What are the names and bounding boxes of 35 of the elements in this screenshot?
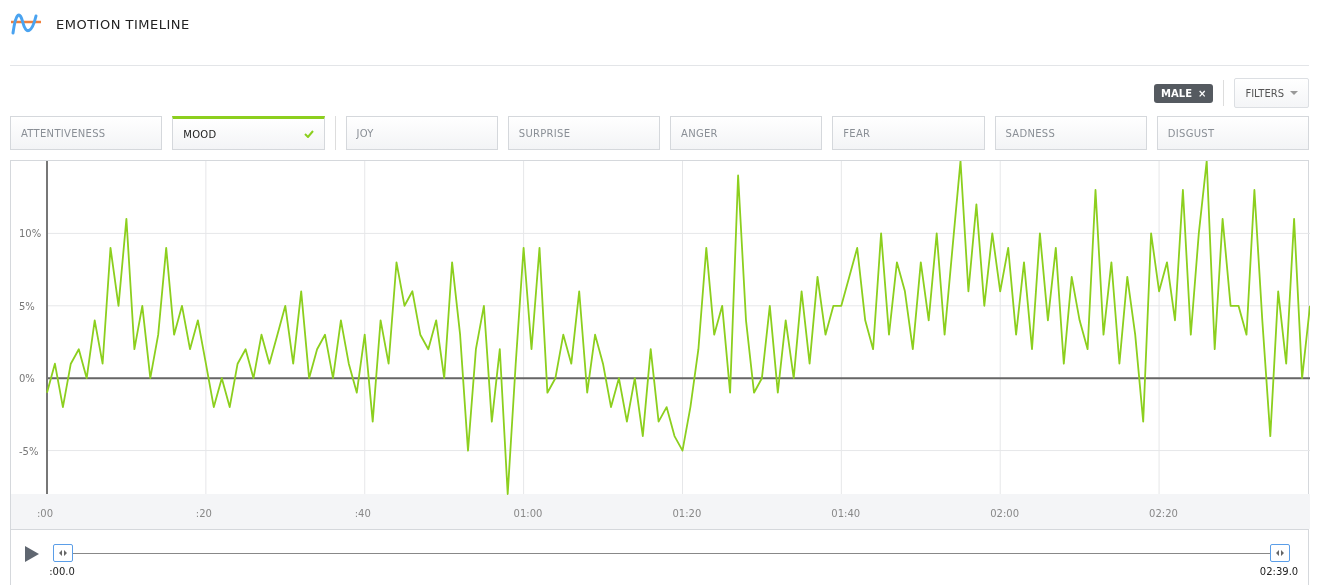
emotion-tab[interactable]: FEAR bbox=[832, 116, 985, 150]
arrows-icon bbox=[59, 550, 67, 556]
x-axis-label: 01:40 bbox=[831, 508, 861, 519]
y-axis-label: 0% bbox=[19, 373, 35, 385]
play-button[interactable] bbox=[25, 546, 39, 562]
arrows-icon bbox=[1276, 550, 1284, 556]
emotion-tab[interactable]: MOOD bbox=[172, 116, 325, 150]
range-handle[interactable] bbox=[53, 544, 73, 562]
x-axis-label: :40 bbox=[354, 508, 371, 519]
range-handle[interactable] bbox=[1270, 544, 1290, 562]
caret-icon bbox=[1290, 91, 1298, 95]
time-label: :00.0 bbox=[49, 566, 75, 577]
emotion-tab[interactable]: ATTENTIVENESS bbox=[10, 116, 163, 150]
emotion-tab[interactable]: ANGER bbox=[670, 116, 823, 150]
x-axis-label: :00 bbox=[37, 508, 54, 519]
emotion-tab[interactable]: DISGUST bbox=[1156, 116, 1309, 150]
play-icon bbox=[25, 546, 39, 562]
emotion-tab[interactable]: JOY bbox=[345, 116, 498, 150]
filters-button[interactable]: FILTERS bbox=[1234, 78, 1309, 108]
wave-logo-icon bbox=[10, 13, 42, 35]
time-label: 02:39.0 bbox=[1259, 566, 1299, 577]
remove-icon[interactable]: × bbox=[1198, 87, 1207, 99]
y-axis-label: 10% bbox=[19, 228, 42, 240]
x-axis-label: :20 bbox=[195, 508, 212, 519]
x-axis-label: 01:00 bbox=[513, 508, 543, 519]
emotion-tab[interactable]: SURPRISE bbox=[507, 116, 660, 150]
x-axis-label: 02:00 bbox=[990, 508, 1020, 519]
emotion-tab[interactable]: SADNESS bbox=[994, 116, 1147, 150]
check-icon bbox=[303, 130, 314, 138]
filter-chip[interactable]: MALE × bbox=[1154, 83, 1214, 103]
x-axis-label: 01:20 bbox=[672, 508, 702, 519]
y-axis-label: 5% bbox=[19, 300, 35, 312]
page-title: EMOTION TIMELINE bbox=[56, 16, 190, 32]
y-axis-label: -5% bbox=[19, 445, 39, 457]
x-axis-label: 02:20 bbox=[1149, 508, 1178, 519]
